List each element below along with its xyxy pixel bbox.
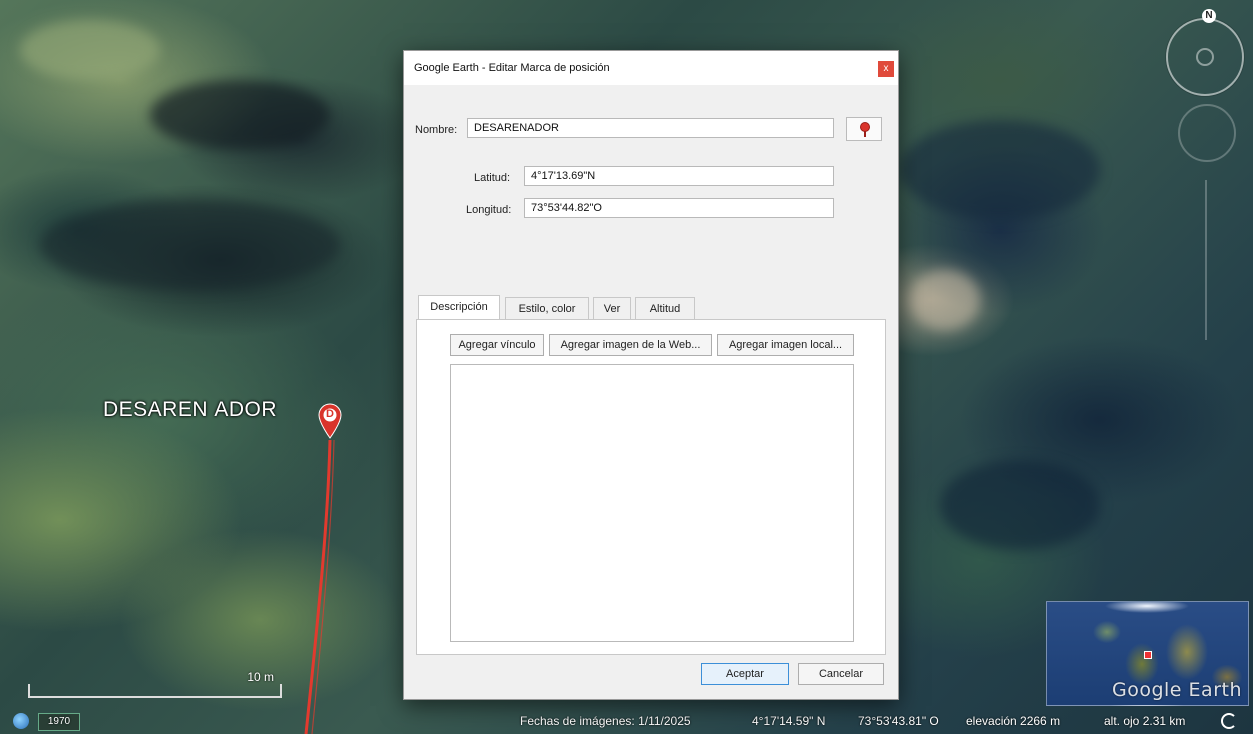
imagery-date: Fechas de imágenes: 1/11/2025 bbox=[520, 714, 691, 728]
eye-altitude: alt. ojo 2.31 km bbox=[1104, 714, 1186, 728]
description-panel: Agregar vínculo Agregar imagen de la Web… bbox=[416, 319, 886, 655]
cursor-latitude: 4°17'14.59" N bbox=[752, 714, 826, 728]
add-link-button[interactable]: Agregar vínculo bbox=[450, 334, 544, 356]
north-icon[interactable]: N bbox=[1202, 9, 1216, 23]
globe-icon[interactable] bbox=[13, 713, 29, 729]
move-control[interactable] bbox=[1178, 104, 1236, 162]
tab-view[interactable]: Ver bbox=[593, 297, 631, 319]
longitude-label: Longitud: bbox=[466, 204, 512, 216]
add-local-image-button[interactable]: Agregar imagen local... bbox=[717, 334, 854, 356]
scale-tick bbox=[280, 684, 282, 698]
cancel-button[interactable]: Cancelar bbox=[798, 663, 884, 685]
scale-label: 10 m bbox=[247, 670, 274, 684]
latitude-label: Latitud: bbox=[474, 172, 511, 184]
dialog-title: Google Earth - Editar Marca de posición bbox=[414, 62, 610, 74]
close-button[interactable]: x bbox=[878, 61, 894, 77]
tab-description[interactable]: Descripción bbox=[418, 295, 500, 319]
latitude-field[interactable] bbox=[524, 166, 834, 186]
ok-button[interactable]: Aceptar bbox=[701, 663, 789, 685]
compass-center-icon[interactable] bbox=[1196, 48, 1214, 66]
description-textarea[interactable] bbox=[450, 364, 854, 642]
scale-line bbox=[28, 696, 282, 698]
overview-map[interactable]: Google Earth bbox=[1046, 601, 1249, 706]
streaming-icon bbox=[1221, 713, 1237, 729]
pushpin-stem bbox=[864, 131, 866, 137]
name-field[interactable] bbox=[467, 118, 834, 138]
pin-letter: D bbox=[326, 408, 334, 420]
google-earth-logo: Google Earth bbox=[1112, 679, 1242, 701]
overview-location-marker bbox=[1144, 651, 1152, 659]
placemark-pin-icon[interactable]: D bbox=[317, 403, 343, 439]
placemark-label[interactable]: DESAREN ADOR bbox=[103, 398, 277, 422]
add-web-image-button[interactable]: Agregar imagen de la Web... bbox=[549, 334, 712, 356]
scale-tick bbox=[28, 684, 30, 698]
longitude-field[interactable] bbox=[524, 198, 834, 218]
scale-bar: 10 m bbox=[22, 670, 282, 704]
dialog-titlebar[interactable]: Google Earth - Editar Marca de posición … bbox=[404, 51, 898, 85]
tab-altitude[interactable]: Altitud bbox=[635, 297, 695, 319]
historical-imagery-year[interactable]: 1970 bbox=[38, 713, 80, 731]
cursor-elevation: elevación 2266 m bbox=[966, 714, 1061, 728]
edit-placemark-dialog: Google Earth - Editar Marca de posición … bbox=[403, 50, 899, 700]
name-label: Nombre: bbox=[415, 124, 458, 136]
zoom-slider[interactable] bbox=[1205, 180, 1207, 340]
placemark-icon-button[interactable] bbox=[846, 117, 882, 141]
cursor-longitude: 73°53'43.81" O bbox=[858, 714, 939, 728]
status-bar: 1970 Fechas de imágenes: 1/11/2025 4°17'… bbox=[0, 710, 1253, 734]
tab-style-color[interactable]: Estilo, color bbox=[505, 297, 589, 319]
